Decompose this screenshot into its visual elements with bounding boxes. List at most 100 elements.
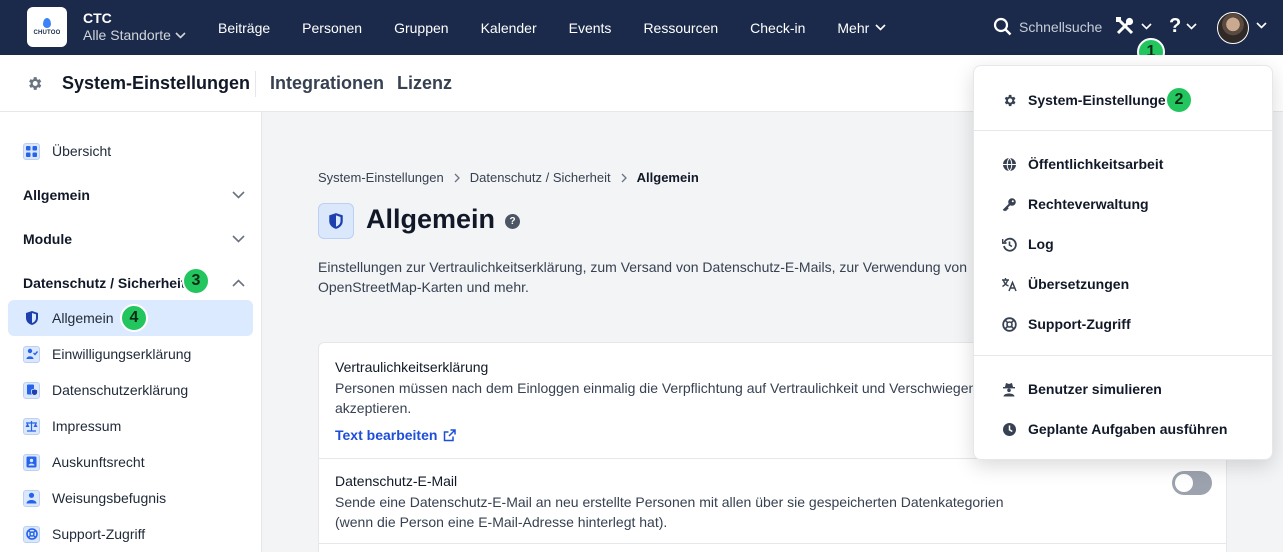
setting-row-datenschutz-email: Datenschutz-E-Mail Sende eine Datenschut… <box>319 459 1226 544</box>
nav-checkin[interactable]: Check-in <box>734 20 821 36</box>
menu-item-oeffentlichkeitsarbeit[interactable]: Öffentlichkeitsarbeit <box>974 144 1274 184</box>
clock-icon <box>1001 422 1017 437</box>
header-divider <box>255 71 256 97</box>
breadcrumb-item[interactable]: System-Einstellungen <box>318 170 444 185</box>
sidebar-item-weisungsbefugnis[interactable]: Weisungsbefugnis <box>8 480 253 516</box>
page-description: Einstellungen zur Vertraulichkeitserklär… <box>318 259 967 295</box>
sidebar-item-label: Allgemein <box>52 310 114 326</box>
location-selector[interactable]: Alle Standorte <box>83 26 186 44</box>
lifebuoy-icon <box>23 525 40 543</box>
nav-gruppen[interactable]: Gruppen <box>378 20 464 36</box>
sidebar-section-module[interactable]: Module <box>23 231 245 247</box>
nav-mehr[interactable]: Mehr <box>821 20 902 36</box>
sidebar-item-auskunftsrecht[interactable]: Auskunftsrecht <box>8 444 253 480</box>
sidebar-item-einwilligung[interactable]: Einwilligungserklärung <box>8 336 253 372</box>
breadcrumb-item[interactable]: Datenschutz / Sicherheit <box>470 170 611 185</box>
logo-text: CHUTOO <box>33 30 61 36</box>
tab-system-settings[interactable]: System-Einstellungen <box>62 73 250 94</box>
sidebar-item-label: Support-Zugriff <box>52 526 146 542</box>
user-avatar[interactable] <box>1217 12 1249 44</box>
spy-icon <box>1001 382 1017 397</box>
menu-item-geplante-aufgaben[interactable]: Geplante Aufgaben ausführen <box>974 409 1274 449</box>
menu-item-label: System-Einstellungen <box>1028 92 1175 108</box>
user-icon <box>23 489 40 507</box>
person-check-icon <box>23 345 40 363</box>
menu-item-label: Übersetzungen <box>1028 276 1130 292</box>
menu-item-label: Log <box>1028 236 1054 252</box>
search-placeholder: Schnellsuche <box>1019 18 1103 35</box>
org-switcher[interactable]: CTC Alle Standorte <box>83 11 186 44</box>
chevron-down-icon <box>232 191 245 199</box>
logo-drop-icon <box>43 18 51 28</box>
chevron-down-icon <box>1186 23 1197 30</box>
setting-title: Datenschutz-E-Mail <box>335 473 458 489</box>
menu-item-support-zugriff[interactable]: Support-Zugriff <box>974 304 1274 344</box>
menu-item-rechteverwaltung[interactable]: Rechteverwaltung <box>974 184 1274 224</box>
menu-item-log[interactable]: Log <box>974 224 1274 264</box>
nav-kalender[interactable]: Kalender <box>465 20 553 36</box>
org-logo[interactable]: CHUTOO <box>27 7 67 47</box>
id-card-icon <box>23 453 40 471</box>
chevron-right-icon <box>454 173 460 182</box>
chevron-down-icon <box>175 31 186 39</box>
tab-license[interactable]: Lizenz <box>397 73 452 94</box>
sidebar-item-support-zugriff[interactable]: Support-Zugriff <box>8 516 253 552</box>
sidebar-item-label: Weisungsbefugnis <box>52 490 167 506</box>
chevron-right-icon <box>621 173 627 182</box>
section-label: Datenschutz / Sicherheit <box>23 275 186 291</box>
sidebar-item-label: Impressum <box>52 418 122 434</box>
datenschutz-email-toggle[interactable] <box>1172 471 1212 495</box>
chevron-down-icon <box>232 235 245 243</box>
nav-ressourcen[interactable]: Ressourcen <box>627 20 734 36</box>
nav-beitraege[interactable]: Beiträge <box>202 20 286 36</box>
help-icon[interactable]: ? <box>505 214 520 229</box>
setting-description: Personen müssen nach dem Einloggen einma… <box>335 380 999 416</box>
sidebar-item-impressum[interactable]: Impressum <box>8 408 253 444</box>
menu-item-system-settings[interactable]: System-Einstellungen <box>974 80 1274 120</box>
menu-item-label: Geplante Aufgaben ausführen <box>1028 421 1228 437</box>
admin-tools-button[interactable] <box>1115 16 1152 36</box>
grid-icon <box>23 142 40 160</box>
chevron-down-icon[interactable] <box>1256 22 1267 29</box>
nav-personen[interactable]: Personen <box>286 20 378 36</box>
section-label: Allgemein <box>23 187 90 203</box>
tab-integrations[interactable]: Integrationen <box>270 73 384 94</box>
menu-item-uebersetzungen[interactable]: Übersetzungen <box>974 264 1274 304</box>
help-button[interactable]: ? <box>1169 15 1197 38</box>
gear-icon <box>29 77 42 90</box>
search-icon <box>993 17 1012 36</box>
step-badge-2: 2 <box>1165 86 1193 114</box>
gear-icon <box>1001 93 1017 108</box>
breadcrumb-current: Allgemein <box>636 170 699 185</box>
link-label: Text bearbeiten <box>335 427 438 443</box>
sidebar-item-label: Auskunftsrecht <box>52 454 145 470</box>
chevron-down-icon <box>1141 22 1152 30</box>
external-link-icon <box>444 428 457 441</box>
sidebar-item-overview[interactable]: Übersicht <box>8 133 253 169</box>
nav-mehr-label: Mehr <box>837 19 870 36</box>
menu-item-label: Rechteverwaltung <box>1028 196 1149 212</box>
translate-icon <box>1001 277 1017 292</box>
sidebar-item-label: Übersicht <box>52 143 112 159</box>
quick-search[interactable]: Schnellsuche <box>993 17 1102 36</box>
sidebar-item-label: Einwilligungserklärung <box>52 346 192 362</box>
step-badge-4: 4 <box>120 304 148 332</box>
chevron-down-icon <box>875 24 886 31</box>
breadcrumb: System-Einstellungen Datenschutz / Siche… <box>318 170 699 185</box>
menu-item-label: Support-Zugriff <box>1028 316 1131 332</box>
lifebuoy-icon <box>1001 316 1017 332</box>
top-navigation: CHUTOO CTC Alle Standorte Beiträge Perso… <box>0 0 1283 66</box>
step-badge-3: 3 <box>182 267 210 295</box>
menu-item-benutzer-simulieren[interactable]: Benutzer simulieren <box>974 369 1274 409</box>
help-icon: ? <box>1169 15 1182 37</box>
nav-events[interactable]: Events <box>553 20 628 36</box>
section-label: Module <box>23 231 72 247</box>
sidebar-section-datenschutz[interactable]: Datenschutz / Sicherheit <box>23 275 245 291</box>
menu-divider <box>974 130 1274 131</box>
sidebar-item-datenschutzerklaerung[interactable]: Datenschutzerklärung <box>8 372 253 408</box>
location-label: Alle Standorte <box>83 27 171 43</box>
sidebar-section-allgemein[interactable]: Allgemein <box>23 187 245 203</box>
scale-icon <box>23 417 40 435</box>
menu-divider <box>974 355 1274 356</box>
page-title: Allgemein <box>366 204 496 234</box>
